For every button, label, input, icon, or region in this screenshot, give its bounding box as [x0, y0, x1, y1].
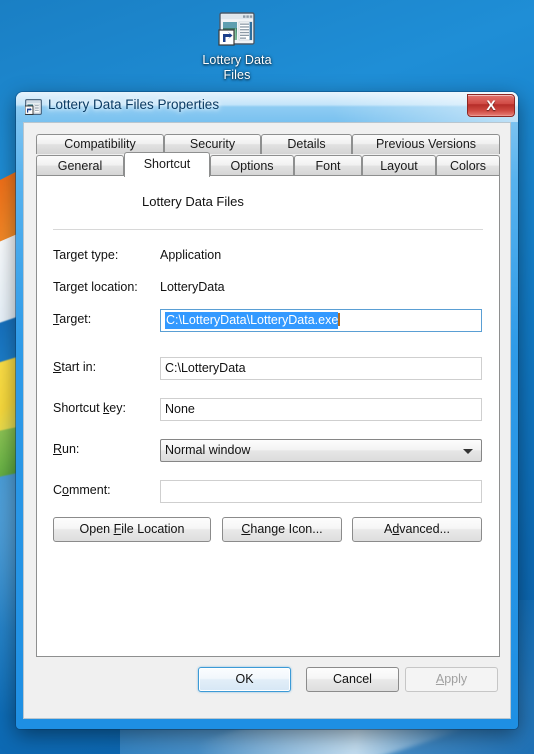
- open-file-location-button[interactable]: Open File Location: [53, 517, 211, 542]
- apply-rest: pply: [444, 672, 468, 686]
- target-location-value: LotteryData: [160, 280, 225, 294]
- dialog-titlebar[interactable]: Lottery Data Files Properties X: [16, 92, 518, 122]
- open-file-location-rest: ile Location: [121, 522, 185, 536]
- dialog-footer: OK Cancel Apply: [24, 667, 510, 707]
- desktop-shortcut-lottery-data-files[interactable]: Lottery Data Files: [185, 6, 289, 83]
- target-input-selection: C:\LotteryData\LotteryData.exe: [165, 312, 339, 329]
- row-start-in: Start in: C:\LotteryData: [53, 357, 483, 381]
- text-caret: [338, 313, 341, 326]
- open-file-location-pre: Open: [79, 522, 114, 536]
- shortcut-key-label-pre: Shortcut: [53, 401, 104, 415]
- shortcut-tab-panel: Lottery Data Files Target type: Applicat…: [36, 175, 500, 657]
- tab-security[interactable]: Security: [164, 134, 261, 154]
- advanced-button[interactable]: Advanced...: [352, 517, 482, 542]
- change-icon-rest: hange Icon...: [250, 522, 323, 536]
- desktop-icon-label-line1: Lottery Data: [202, 53, 272, 67]
- tab-compatibility[interactable]: Compatibility: [36, 134, 164, 154]
- row-target: Target: C:\LotteryData\LotteryData.exe: [53, 309, 483, 333]
- tab-general[interactable]: General: [36, 155, 124, 176]
- change-icon-button[interactable]: Change Icon...: [222, 517, 342, 542]
- ok-button[interactable]: OK: [198, 667, 291, 692]
- target-label-rest: arget:: [59, 312, 92, 326]
- tab-details[interactable]: Details: [261, 134, 352, 154]
- row-target-type: Target type: Application: [53, 245, 483, 269]
- tab-font[interactable]: Font: [294, 155, 362, 176]
- tab-options[interactable]: Options: [210, 155, 294, 176]
- run-dropdown[interactable]: Normal window: [160, 439, 482, 462]
- target-type-label: Target type:: [53, 248, 119, 262]
- tab-colors[interactable]: Colors: [436, 155, 500, 176]
- row-target-location: Target location: LotteryData: [53, 277, 483, 301]
- titlebar-shortcut-app-icon: [24, 99, 42, 115]
- chevron-down-icon: [463, 449, 473, 454]
- shortcut-heading: Lottery Data Files: [142, 194, 244, 209]
- shortcut-key-input[interactable]: None: [160, 398, 482, 421]
- comment-label: Comment:: [53, 483, 111, 497]
- shortcut-key-label: Shortcut key:: [53, 401, 126, 415]
- comment-label-accel: o: [62, 483, 69, 497]
- run-label: Run:: [53, 442, 79, 456]
- row-shortcut-key: Shortcut key: None: [53, 398, 483, 422]
- tab-shortcut[interactable]: Shortcut: [124, 152, 210, 177]
- run-label-rest: un:: [62, 442, 80, 456]
- tab-layout[interactable]: Layout: [362, 155, 436, 176]
- shortcut-app-icon: [215, 10, 259, 50]
- tab-previous-versions[interactable]: Previous Versions: [352, 134, 500, 154]
- run-selected-value: Normal window: [165, 443, 251, 457]
- comment-label-rest: mment:: [68, 483, 111, 497]
- row-run: Run: Normal window: [53, 439, 483, 463]
- dialog-title: Lottery Data Files Properties: [48, 97, 220, 112]
- header-divider: [53, 229, 483, 230]
- target-label: Target:: [53, 312, 91, 326]
- start-in-input[interactable]: C:\LotteryData: [160, 357, 482, 380]
- close-button[interactable]: X: [467, 94, 515, 117]
- run-label-accel: R: [53, 442, 63, 456]
- desktop-icon-label-line2: Files: [223, 68, 251, 82]
- apply-accel: A: [435, 672, 445, 686]
- apply-button: Apply: [405, 667, 498, 692]
- start-in-label: Start in:: [53, 360, 96, 374]
- target-type-value: Application: [160, 248, 222, 262]
- cancel-button[interactable]: Cancel: [306, 667, 399, 692]
- comment-input[interactable]: [160, 480, 482, 503]
- dialog-client-area: Compatibility Security Details Previous …: [23, 122, 511, 719]
- target-input[interactable]: C:\LotteryData\LotteryData.exe: [160, 309, 482, 332]
- target-location-label: Target location:: [53, 280, 138, 294]
- properties-dialog: Lottery Data Files Properties X Compatib…: [16, 92, 518, 729]
- tab-strip: Compatibility Security Details Previous …: [36, 134, 500, 177]
- start-in-label-rest: tart in:: [61, 360, 97, 374]
- close-icon: X: [486, 97, 496, 113]
- desktop: Lottery Data Files Lottery Data Files Pr…: [0, 0, 534, 754]
- comment-label-pre: C: [53, 483, 63, 497]
- shortcut-header: Lottery Data Files: [53, 188, 483, 218]
- app-icon: [65, 190, 97, 222]
- desktop-icon-label: Lottery Data Files: [185, 53, 289, 83]
- advanced-rest: vanced...: [399, 522, 451, 536]
- shortcut-key-label-rest: ey:: [109, 401, 126, 415]
- row-comment: Comment:: [53, 480, 483, 504]
